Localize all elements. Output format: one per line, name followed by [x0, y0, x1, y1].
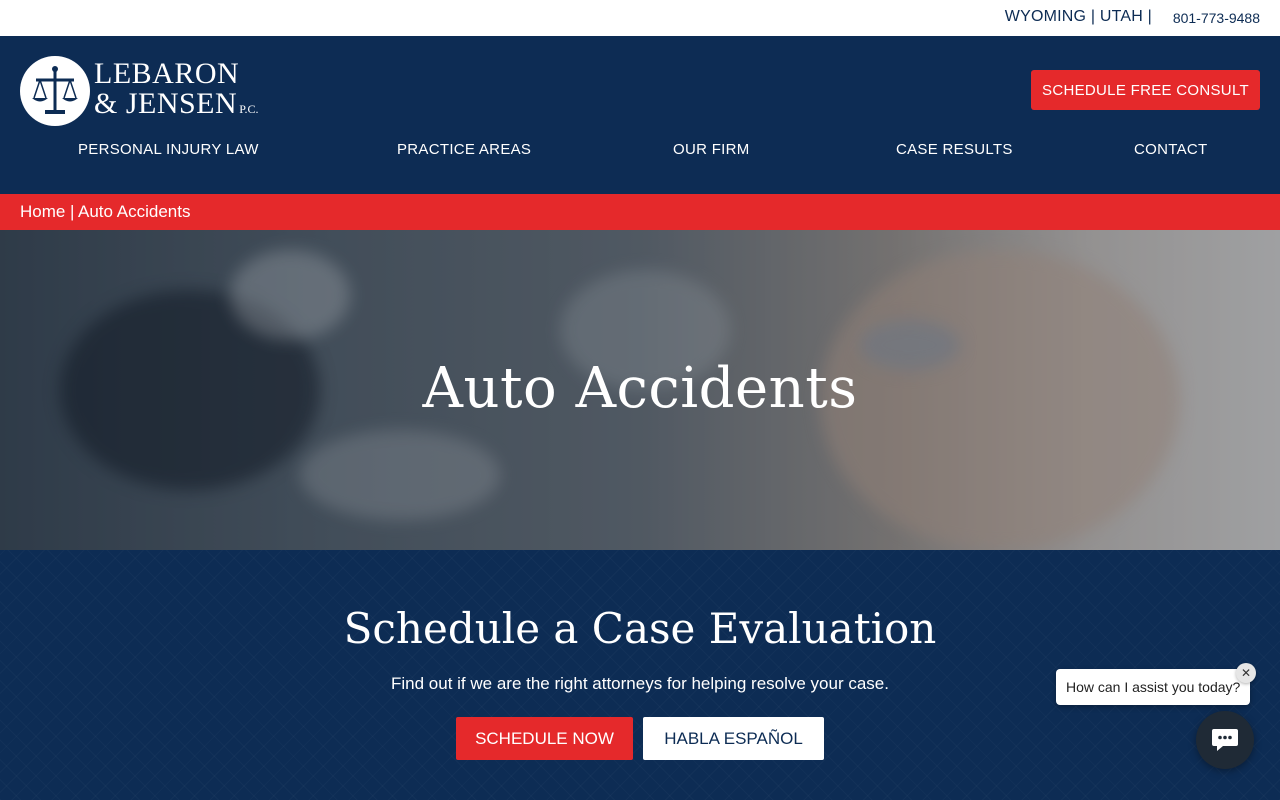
- chat-prompt-text: How can I assist you today?: [1066, 679, 1241, 695]
- nav-our-firm[interactable]: OUR FIRM: [673, 141, 750, 158]
- habla-espanol-button[interactable]: HABLA ESPAÑOL: [643, 717, 824, 760]
- schedule-free-consult-button[interactable]: SCHEDULE FREE CONSULT: [1031, 70, 1260, 110]
- main-nav: PERSONAL INJURY LAW PRACTICE AREAS OUR F…: [0, 141, 1280, 161]
- logo[interactable]: LEBARON & JENSEN P.C.: [20, 55, 260, 127]
- breadcrumb-home[interactable]: Home: [20, 202, 65, 222]
- phone-link[interactable]: 801-773-9488: [1173, 10, 1260, 26]
- breadcrumb: Home | Auto Accidents: [0, 194, 1280, 230]
- top-bar: WYOMING | UTAH | 801-773-9488: [0, 0, 1280, 36]
- page-title: Auto Accidents: [422, 356, 858, 421]
- nav-contact[interactable]: CONTACT: [1134, 141, 1207, 158]
- chat-launcher-button[interactable]: [1196, 711, 1254, 769]
- logo-line-2: & JENSEN P.C.: [94, 87, 259, 121]
- scales-of-justice-icon: [20, 56, 90, 126]
- hero-banner: Auto Accidents: [0, 230, 1280, 550]
- chat-prompt-bubble[interactable]: How can I assist you today?: [1056, 669, 1250, 705]
- logo-line-2-text: & JENSEN: [94, 87, 238, 120]
- logo-suffix: P.C.: [239, 102, 259, 116]
- schedule-now-button[interactable]: SCHEDULE NOW: [456, 717, 633, 760]
- chat-icon: [1212, 729, 1238, 751]
- logo-line-1: LEBARON: [94, 57, 240, 90]
- close-icon[interactable]: ✕: [1236, 663, 1256, 683]
- breadcrumb-separator: |: [70, 202, 75, 221]
- nav-practice-areas[interactable]: PRACTICE AREAS: [397, 141, 531, 158]
- nav-case-results[interactable]: CASE RESULTS: [896, 141, 1013, 158]
- breadcrumb-current: Auto Accidents: [78, 202, 191, 221]
- site-header: LEBARON & JENSEN P.C. SCHEDULE FREE CONSU…: [0, 36, 1280, 194]
- state-locations: WYOMING | UTAH |: [1004, 8, 1152, 25]
- nav-personal-injury-law[interactable]: PERSONAL INJURY LAW: [78, 141, 259, 158]
- evaluation-heading: Schedule a Case Evaluation: [343, 604, 937, 653]
